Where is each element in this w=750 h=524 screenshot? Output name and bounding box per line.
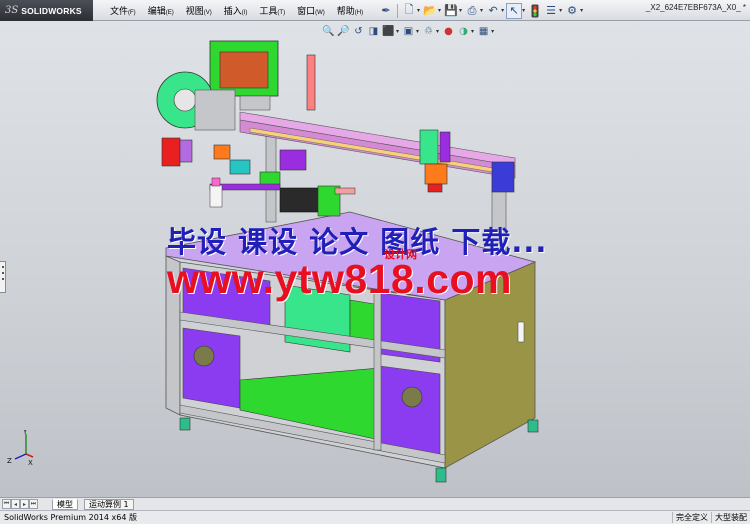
cable-port-left [193, 345, 215, 367]
vertical-rod [306, 54, 316, 111]
feeder-block-teal [229, 159, 251, 175]
tab-scroll-buttons: ⏮ ◂ ▸ ⏭ [2, 499, 38, 509]
triad-x-label: X [28, 459, 33, 466]
tab-model[interactable]: 模型 [52, 499, 78, 510]
standard-toolbar: ✒ 🗋 ▾ 📂 ▾ 💾 ▾ ⎙ ▾ ↶ ▾ ↖ ▾ ☰ ▾ ⚙ ▾ [378, 2, 585, 19]
first-tab-icon[interactable]: ⏮ [2, 499, 11, 509]
tab-motion-study-1[interactable]: 运动算例 1 [84, 499, 134, 510]
axis-triad: Y X Z [7, 430, 34, 466]
document-title: _X2_624E7EBF673A_X0_ * [645, 3, 746, 12]
watermark-small: 设计网 [384, 248, 417, 261]
status-right-group: 完全定义 大型装配 [672, 512, 750, 523]
new-document-icon[interactable]: 🗋 [401, 3, 417, 19]
file-properties-icon[interactable]: ☰ [543, 3, 559, 19]
prev-tab-icon[interactable]: ◂ [11, 499, 20, 509]
menu-tools[interactable]: 工具(T) [253, 4, 291, 17]
solidworks-logo[interactable]: 3S SOLIDWORKS [0, 0, 93, 21]
feeder-block-purple [179, 139, 193, 163]
open-folder-icon[interactable]: 📂 [422, 3, 438, 19]
undo-icon[interactable]: ↶ [485, 3, 501, 19]
front-panel-lower-left [182, 327, 241, 409]
reel-bracket [194, 89, 236, 131]
triad-y-label: Y [22, 430, 28, 436]
last-tab-icon[interactable]: ⏭ [29, 499, 38, 509]
press-purple [279, 149, 307, 171]
ds-logo-mark: 3S [5, 5, 19, 16]
title-bar: 3S SOLIDWORKS 文件(F) 编辑(E) 视图(V) 插入(I) 工具… [0, 0, 750, 21]
next-tab-icon[interactable]: ▸ [20, 499, 29, 509]
menu-file[interactable]: 文件(F) [104, 4, 142, 17]
caster-1 [179, 417, 191, 431]
logo-text: SOLIDWORKS [21, 5, 82, 16]
pin-icon[interactable]: ✒ [378, 3, 394, 19]
cable-port-right [401, 386, 423, 408]
triad-z-label: Z [7, 457, 12, 465]
caster-3 [527, 419, 539, 433]
fixture-black [279, 187, 321, 213]
carriage-green [419, 129, 439, 165]
watermark-line-1: 毕设 课设 论文 图纸 下载... [167, 225, 548, 259]
rebuild-traffic-light-icon[interactable] [527, 3, 543, 19]
status-fully-defined: 完全定义 [672, 512, 711, 523]
menu-view[interactable]: 视图(V) [180, 4, 218, 17]
tower-white [209, 184, 223, 208]
hmi-screen [219, 51, 269, 89]
menu-bar: 文件(F) 编辑(E) 视图(V) 插入(I) 工具(T) 窗口(W) 帮助(H… [104, 0, 369, 21]
status-product-name: SolidWorks Premium 2014 x64 版 [4, 513, 137, 522]
feeder-block-orange [213, 144, 231, 160]
tape-reel-inner [173, 88, 197, 112]
options-icon[interactable]: ⚙ [564, 3, 580, 19]
arm-pink [334, 187, 356, 195]
model-tabs-bar: ⏮ ◂ ▸ ⏭ 模型 运动算例 1 [0, 497, 750, 510]
gripper-orange [424, 163, 448, 185]
select-arrow-icon[interactable]: ↖ [506, 2, 523, 19]
caster-2 [435, 467, 447, 483]
feeder-block-red [161, 137, 181, 167]
cylinder-purple [439, 131, 451, 163]
menu-window[interactable]: 窗口(W) [291, 4, 331, 17]
print-icon[interactable]: ⎙ [464, 3, 480, 19]
hmi-stand [239, 95, 271, 111]
tower-pink [211, 177, 221, 187]
status-large-assembly: 大型装配 [711, 512, 750, 523]
status-bar: SolidWorks Premium 2014 x64 版 完全定义 大型装配 [0, 510, 750, 524]
menu-edit[interactable]: 编辑(E) [142, 4, 180, 17]
gripper-red [427, 183, 443, 193]
watermark-line-2: www.ytw818.com [167, 256, 512, 302]
save-icon[interactable]: 💾 [443, 3, 459, 19]
frame-post-mid [373, 289, 382, 451]
menu-help[interactable]: 帮助(H) [331, 4, 369, 17]
gantry-motor [491, 161, 515, 193]
right-panel-latch [517, 321, 525, 343]
menu-insert[interactable]: 插入(I) [218, 4, 254, 17]
